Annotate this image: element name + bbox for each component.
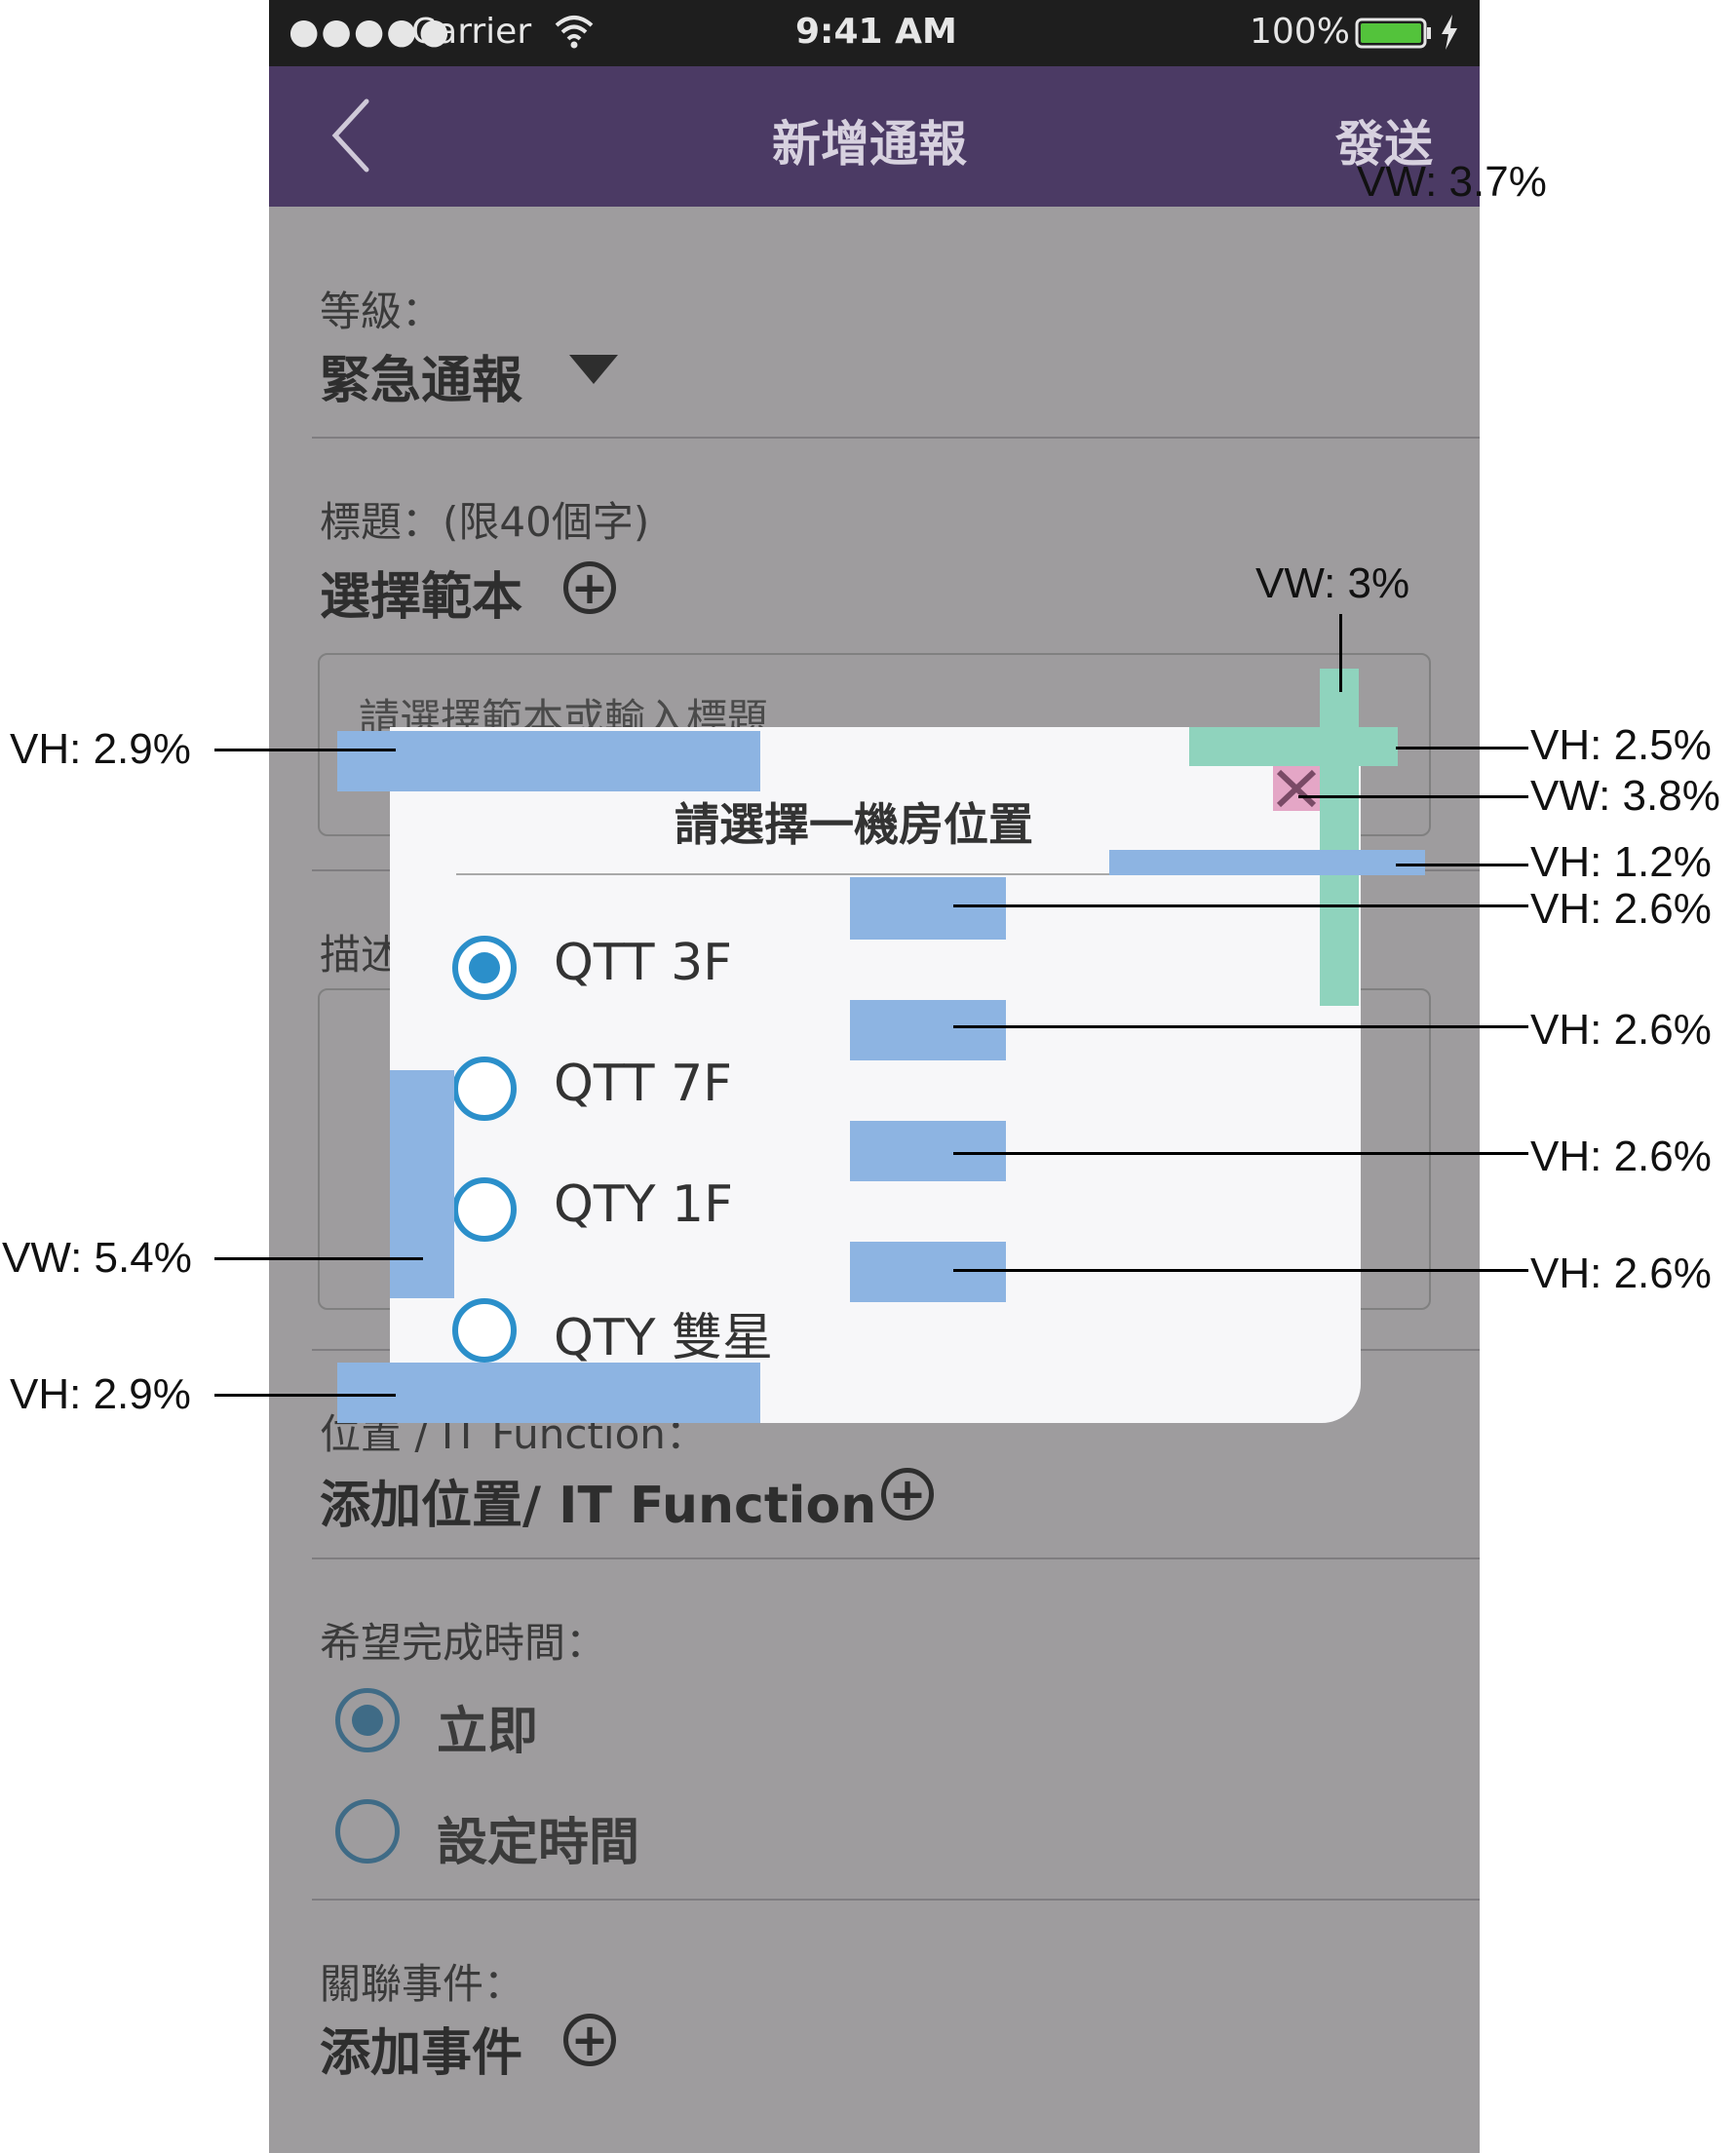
leader-line [214,1257,423,1260]
close-button[interactable] [1273,766,1320,811]
leader-line [953,1152,1528,1155]
location-add-label[interactable]: 添加位置/ IT Function [320,1464,876,1537]
time-option-immediate[interactable]: 立即 [335,1688,538,1761]
nav-bar: 新增通報 發送 [269,66,1480,207]
level-label: 等級： [320,288,444,335]
modal-option[interactable]: QTT 3F [452,934,732,1000]
annotation-label: VH: 2.6% [1530,1006,1712,1054]
modal-option-label: QTY 雙星 [554,1309,773,1367]
clock: 9:41 AM [795,12,957,52]
annotation-label: VW: 3% [1255,559,1410,607]
plus-circle-icon[interactable]: + [563,2014,616,2066]
level-value[interactable]: 緊急通報 [320,339,522,412]
chevron-left-icon[interactable] [329,97,372,173]
event-label: 關聯事件： [320,1960,525,2008]
divider [312,437,1480,439]
modal-option[interactable]: QTY 雙星 [452,1298,773,1367]
spacing-marker [850,1000,1006,1060]
nav-title: 新增通報 [772,116,967,173]
spacing-marker [1109,850,1425,875]
status-bar: ●●●●● Carrier 9:41 AM 100% [269,0,1480,66]
modal-option-label: QTY 1F [554,1175,733,1234]
event-add-label[interactable]: 添加事件 [320,2012,522,2085]
leader-line [214,1394,396,1397]
plus-circle-icon[interactable]: + [881,1468,934,1520]
modal-option-label: QTT 7F [554,1055,733,1113]
annotation-label: VW: 3.8% [1530,772,1720,820]
template-label[interactable]: 選擇範本 [320,556,522,629]
radio-selected[interactable] [335,1688,400,1752]
leader-line [1396,747,1528,750]
annotation-label: VH: 2.6% [1530,1133,1712,1180]
annotation-label: VH: 1.2% [1530,838,1712,886]
spacing-marker [390,1070,454,1298]
wifi-icon [554,12,595,51]
time-option-label: 設定時間 [437,1814,640,1872]
spacing-marker [337,731,760,791]
annotation-label: VH: 2.5% [1530,721,1712,769]
leader-line [953,1025,1528,1028]
spacing-marker [1320,669,1359,1006]
plus-circle-icon[interactable]: + [563,561,616,614]
leader-line [953,904,1528,907]
spacing-marker [1189,727,1398,766]
leader-line [1396,864,1528,866]
carrier-label: Carrier [411,12,532,52]
spacing-marker [850,877,1006,940]
modal-option[interactable]: QTT 7F [452,1055,732,1121]
annotation-label: VH: 2.9% [10,1370,191,1418]
annotation-label: VH: 2.9% [10,725,191,773]
radio-unselected[interactable] [335,1799,400,1864]
radio-unselected[interactable] [452,1057,517,1121]
title-label: 標題：(限40個字) [320,498,650,546]
time-option-label: 立即 [437,1703,539,1761]
divider [312,1899,1480,1901]
divider [312,1557,1480,1559]
radio-unselected[interactable] [452,1298,517,1363]
modal-option-label: QTT 3F [554,934,733,992]
spacing-marker [850,1121,1006,1181]
modal-title: 請選擇一機房位置 [675,798,1033,851]
annotation-label: VW: 5.4% [2,1234,192,1282]
time-label: 希望完成時間： [320,1619,607,1667]
annotation-label: VH: 2.6% [1530,885,1712,933]
close-icon[interactable] [1273,766,1320,811]
leader-line [1298,795,1528,798]
annotation-label: VH: 2.6% [1530,1250,1712,1297]
radio-selected[interactable] [452,936,517,1000]
annotation-label: VW: 3.7% [1357,158,1547,206]
modal-option[interactable]: QTY 1F [452,1175,733,1242]
leader-line [953,1269,1528,1272]
leader-line [1339,614,1342,692]
radio-unselected[interactable] [452,1177,517,1242]
leader-line [214,749,396,751]
location-picker-modal: 請選擇一機房位置 QTT 3F QTT 7F QTY 1F QTY 雙星 [390,727,1361,1423]
battery-percent: 100% [1250,12,1350,52]
charging-bolt-icon [1439,14,1460,51]
time-option-scheduled[interactable]: 設定時間 [335,1799,639,1872]
battery-icon [1355,18,1433,49]
caret-down-icon[interactable] [567,353,620,386]
spacing-marker [850,1242,1006,1302]
spacing-marker [337,1363,760,1423]
